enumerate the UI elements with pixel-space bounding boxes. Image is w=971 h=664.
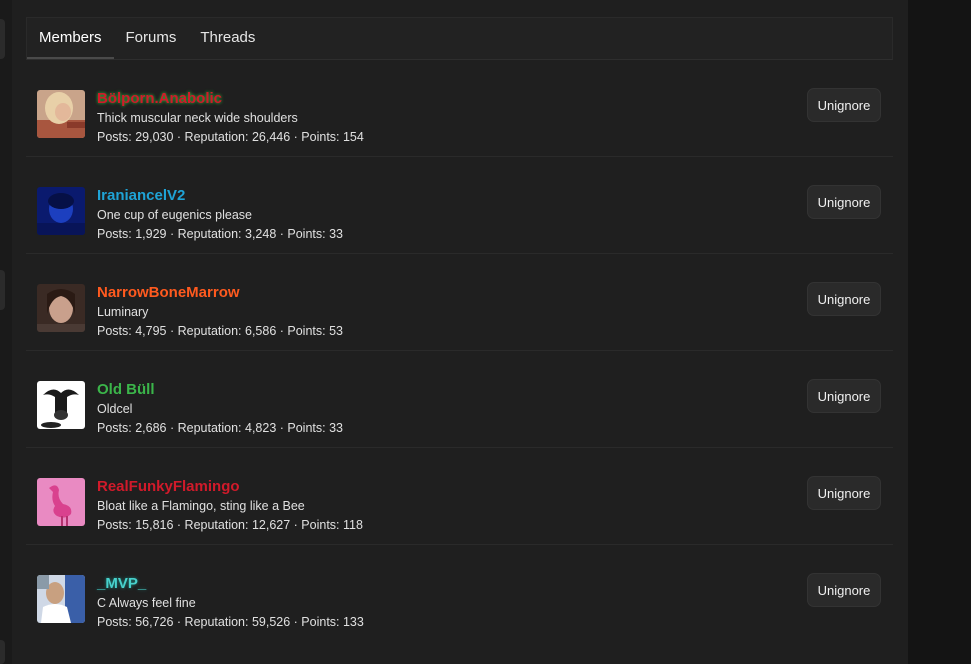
left-edge-tab[interactable] <box>0 19 5 59</box>
username[interactable]: RealFunkyFlamingo <box>97 477 363 497</box>
unignore-button[interactable]: Unignore <box>807 476 881 510</box>
blonde-woman-avatar <box>37 90 85 138</box>
user-title: Bloat like a Flamingo, sting like a Bee <box>97 499 305 513</box>
username[interactable]: Bölporn.Anabolic <box>97 89 364 109</box>
user-title: Thick muscular neck wide shoulders <box>97 111 298 125</box>
member-row: IraniancelV2 One cup of eugenics please … <box>26 157 893 254</box>
unignore-button[interactable]: Unignore <box>807 282 881 316</box>
page: Members Forums Threads Bölporn.Anabolic … <box>0 0 971 664</box>
woman-face-avatar <box>37 284 85 332</box>
ignored-tabs: Members Forums Threads <box>26 17 893 60</box>
avatar[interactable] <box>37 381 85 429</box>
member-row: Bölporn.Anabolic Thick muscular neck wid… <box>26 60 893 157</box>
flamingo-avatar <box>37 478 85 526</box>
username[interactable]: Old Büll <box>97 380 343 400</box>
member-info: RealFunkyFlamingo Bloat like a Flamingo,… <box>97 477 363 534</box>
avatar[interactable] <box>37 478 85 526</box>
member-info: Bölporn.Anabolic Thick muscular neck wid… <box>97 89 364 146</box>
avatar[interactable] <box>37 284 85 332</box>
blue-portrait-avatar <box>37 187 85 235</box>
username[interactable]: NarrowBoneMarrow <box>97 283 343 303</box>
user-title: One cup of eugenics please <box>97 208 252 222</box>
member-row: NarrowBoneMarrow Luminary Posts: 4,795 ·… <box>26 254 893 351</box>
user-title: Luminary <box>97 305 149 319</box>
bull-avatar <box>37 381 85 429</box>
user-stats: Posts: 56,726 · Reputation: 59,526 · Poi… <box>97 615 364 629</box>
username[interactable]: _MVP_ <box>97 574 364 594</box>
left-edge-tab[interactable] <box>0 270 5 310</box>
username[interactable]: IraniancelV2 <box>97 186 343 206</box>
member-info: NarrowBoneMarrow Luminary Posts: 4,795 ·… <box>97 283 343 340</box>
member-row: RealFunkyFlamingo Bloat like a Flamingo,… <box>26 448 893 545</box>
man-photo-avatar <box>37 575 85 623</box>
ignored-members-list: Bölporn.Anabolic Thick muscular neck wid… <box>26 60 893 642</box>
left-edge-tab[interactable] <box>0 640 5 664</box>
member-row: _MVP_ C Always feel fine Posts: 56,726 ·… <box>26 545 893 642</box>
user-stats: Posts: 1,929 · Reputation: 3,248 · Point… <box>97 227 343 241</box>
avatar[interactable] <box>37 90 85 138</box>
unignore-button[interactable]: Unignore <box>807 573 881 607</box>
tab-forums[interactable]: Forums <box>114 18 189 59</box>
unignore-button[interactable]: Unignore <box>807 379 881 413</box>
member-info: IraniancelV2 One cup of eugenics please … <box>97 186 343 243</box>
user-title: Oldcel <box>97 402 133 416</box>
user-stats: Posts: 29,030 · Reputation: 26,446 · Poi… <box>97 130 364 144</box>
avatar[interactable] <box>37 187 85 235</box>
user-stats: Posts: 4,795 · Reputation: 6,586 · Point… <box>97 324 343 338</box>
tab-members[interactable]: Members <box>27 18 114 59</box>
member-row: Old Büll Oldcel Posts: 2,686 · Reputatio… <box>26 351 893 448</box>
user-stats: Posts: 2,686 · Reputation: 4,823 · Point… <box>97 421 343 435</box>
tab-threads[interactable]: Threads <box>188 18 267 59</box>
user-title: C Always feel fine <box>97 596 196 610</box>
member-info: Old Büll Oldcel Posts: 2,686 · Reputatio… <box>97 380 343 437</box>
right-sidebar <box>908 0 971 664</box>
unignore-button[interactable]: Unignore <box>807 88 881 122</box>
member-info: _MVP_ C Always feel fine Posts: 56,726 ·… <box>97 574 364 631</box>
user-stats: Posts: 15,816 · Reputation: 12,627 · Poi… <box>97 518 363 532</box>
unignore-button[interactable]: Unignore <box>807 185 881 219</box>
avatar[interactable] <box>37 575 85 623</box>
